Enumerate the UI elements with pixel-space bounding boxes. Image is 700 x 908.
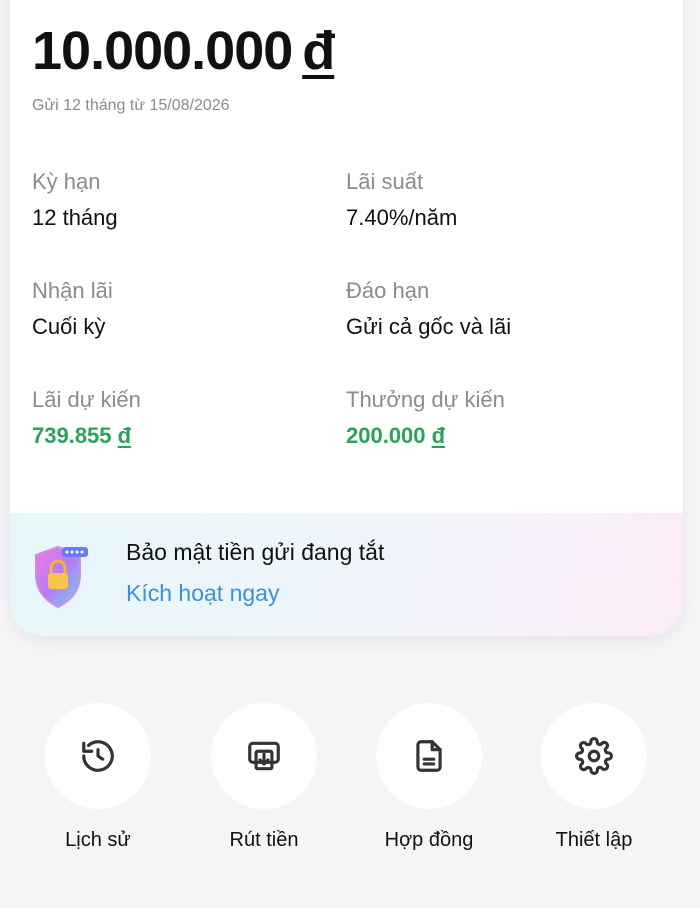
withdraw-icon bbox=[248, 741, 280, 771]
contract-label: Hợp đồng bbox=[384, 829, 474, 851]
action-withdraw[interactable]: Rút tiền bbox=[189, 703, 339, 852]
withdraw-label: Rút tiền bbox=[229, 829, 299, 851]
interest-payment-value: Cuối kỳ bbox=[32, 314, 106, 339]
gear-icon bbox=[575, 737, 613, 775]
history-button[interactable] bbox=[45, 703, 151, 809]
interest-payment-label: Nhận lãi bbox=[32, 278, 113, 303]
contract-button[interactable] bbox=[376, 703, 482, 809]
security-banner[interactable]: Bảo mật tiền gửi đang tắt Kích hoạt ngay bbox=[10, 513, 683, 636]
term-value: 12 tháng bbox=[32, 205, 118, 230]
document-icon bbox=[416, 740, 442, 772]
expected-interest-amount: 739.855 bbox=[32, 423, 112, 448]
expected-bonus-amount: 200.000 bbox=[346, 423, 426, 448]
deposit-card: 10.000.000 đ Gửi 12 tháng từ 15/08/2026 K… bbox=[10, 0, 683, 636]
settings-label: Thiết lập bbox=[555, 829, 633, 851]
interest-rate-value: 7.40%/năm bbox=[346, 205, 458, 230]
deposit-subtitle: Gửi 12 tháng từ 15/08/2026 bbox=[32, 97, 230, 114]
history-label: Lịch sử bbox=[65, 829, 131, 851]
amount-currency: đ bbox=[302, 21, 335, 81]
action-history[interactable]: Lịch sử bbox=[23, 703, 173, 852]
maturity-label: Đáo hạn bbox=[346, 278, 430, 303]
shield-lock-icon bbox=[30, 541, 90, 611]
expected-interest-value: 739.855 đ bbox=[32, 423, 131, 449]
expected-bonus-currency: đ bbox=[431, 423, 446, 448]
maturity-value: Gửi cả gốc và lãi bbox=[346, 314, 512, 339]
interest-rate-label: Lãi suất bbox=[346, 169, 424, 194]
action-settings[interactable]: Thiết lập bbox=[519, 703, 669, 852]
activate-now-link[interactable]: Kích hoạt ngay bbox=[126, 580, 279, 607]
deposit-amount: 10.000.000 đ bbox=[32, 21, 335, 81]
expected-interest-label: Lãi dự kiến bbox=[32, 387, 141, 412]
withdraw-button[interactable] bbox=[211, 703, 317, 809]
expected-bonus-label: Thưởng dự kiến bbox=[346, 387, 505, 412]
action-contract[interactable]: Hợp đồng bbox=[354, 703, 504, 852]
expected-bonus-value: 200.000 đ bbox=[346, 423, 445, 449]
security-status-text: Bảo mật tiền gửi đang tắt bbox=[126, 539, 385, 565]
expected-interest-currency: đ bbox=[117, 423, 132, 448]
term-label: Kỳ hạn bbox=[32, 169, 101, 194]
amount-value: 10.000.000 bbox=[32, 21, 293, 81]
settings-button[interactable] bbox=[541, 703, 647, 809]
history-icon bbox=[82, 740, 114, 772]
